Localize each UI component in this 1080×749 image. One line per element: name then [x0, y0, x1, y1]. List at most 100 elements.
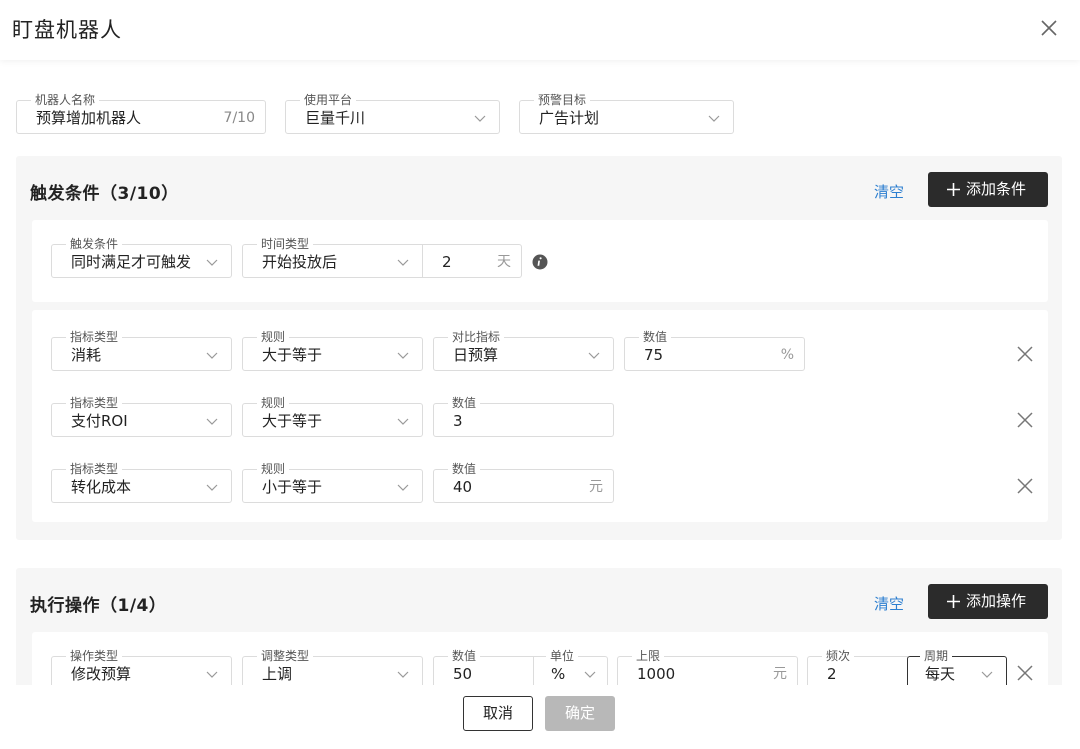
- add-action-button[interactable]: 添加操作: [928, 584, 1048, 619]
- value-input[interactable]: 数值 3: [433, 395, 614, 437]
- trigger-title: 触发条件（3/10）: [30, 184, 179, 204]
- field-label: 数值: [448, 461, 481, 477]
- field-value: 75: [644, 346, 664, 364]
- operation-type-select[interactable]: 操作类型 修改预算: [51, 648, 232, 685]
- adjust-value-input[interactable]: 数值 50: [433, 648, 534, 685]
- field-value: 40: [453, 478, 473, 496]
- dialog-title: 盯盘机器人: [12, 18, 122, 42]
- time-type-select[interactable]: 时间类型 开始投放后: [242, 236, 423, 278]
- trigger-panel: 触发条件（3/10） 清空 添加条件 触发条件 同时满足才可触发 时间类型 开始…: [16, 156, 1062, 540]
- trigger-rules-card: 指标类型 消耗 规则 大于等于 对比指标 日预算 数值 75 % 指标类型 支付…: [32, 310, 1048, 522]
- field-value: 2: [827, 665, 837, 683]
- field-value: 1000: [637, 665, 676, 683]
- add-action-label: 添加操作: [966, 592, 1027, 610]
- robot-dialog: 盯盘机器人 机器人名称 预算增加机器人 7/10 使用平台 巨量千川 预警目标 …: [0, 0, 1080, 749]
- rule-select[interactable]: 规则 大于等于: [242, 395, 423, 437]
- char-counter: 7/10: [223, 110, 255, 126]
- field-value: 3: [453, 412, 463, 430]
- field-label: 操作类型: [66, 648, 123, 664]
- add-condition-label: 添加条件: [966, 180, 1027, 198]
- chevron-down-icon: [708, 115, 720, 122]
- info-icon[interactable]: [532, 254, 548, 270]
- clear-actions-link[interactable]: 清空: [874, 593, 904, 614]
- field-label: 预警目标: [534, 92, 591, 108]
- unit-label: 天: [497, 254, 511, 270]
- plus-icon: [947, 183, 960, 196]
- adjust-type-select[interactable]: 调整类型 上调: [242, 648, 423, 685]
- field-value: 广告计划: [539, 109, 600, 127]
- clear-conditions-link[interactable]: 清空: [874, 181, 904, 202]
- field-label: 数值: [448, 648, 481, 664]
- field-value: 大于等于: [262, 346, 323, 364]
- field-label: 规则: [257, 461, 290, 477]
- metric-type-select[interactable]: 指标类型 消耗: [51, 329, 232, 371]
- field-value: 预算增加机器人: [36, 109, 142, 127]
- field-label: 数值: [448, 395, 481, 411]
- chevron-down-icon: [397, 418, 409, 425]
- chevron-down-icon: [206, 671, 218, 678]
- chevron-down-icon: [584, 671, 596, 678]
- field-value: 巨量千川: [305, 109, 366, 127]
- metric-type-select[interactable]: 指标类型 支付ROI: [51, 395, 232, 437]
- add-condition-button[interactable]: 添加条件: [928, 172, 1048, 207]
- plus-icon: [947, 595, 960, 608]
- period-select[interactable]: 周期 每天: [907, 648, 1007, 685]
- dialog-header: 盯盘机器人: [0, 0, 1080, 60]
- days-input[interactable]: 2 天: [422, 244, 522, 278]
- chevron-down-icon: [397, 259, 409, 266]
- robot-name-input[interactable]: 机器人名称 预算增加机器人 7/10: [16, 92, 266, 134]
- unit-select[interactable]: 单位 %: [533, 648, 608, 685]
- field-value: 同时满足才可触发: [71, 253, 192, 271]
- dialog-body: 机器人名称 预算增加机器人 7/10 使用平台 巨量千川 预警目标 广告计划 触…: [0, 60, 1080, 685]
- field-label: 单位: [546, 648, 579, 664]
- chevron-down-icon: [206, 352, 218, 359]
- cancel-button[interactable]: 取消: [463, 696, 533, 731]
- remove-row-icon[interactable]: [1016, 345, 1034, 363]
- field-value: 开始投放后: [262, 253, 338, 271]
- action-title: 执行操作（1/4）: [30, 596, 167, 616]
- metric-type-select[interactable]: 指标类型 转化成本: [51, 461, 232, 503]
- platform-select[interactable]: 使用平台 巨量千川: [285, 92, 500, 134]
- value-input[interactable]: 数值 75 %: [624, 329, 805, 371]
- target-select[interactable]: 预警目标 广告计划: [519, 92, 734, 134]
- field-label: 机器人名称: [31, 92, 100, 108]
- field-label: 对比指标: [448, 329, 505, 345]
- confirm-button[interactable]: 确定: [545, 696, 615, 731]
- action-panel: 执行操作（1/4） 清空 添加操作 操作类型 修改预算 调整类型 上调 数值 5…: [16, 568, 1062, 685]
- field-label: 上限: [632, 648, 665, 664]
- compare-metric-select[interactable]: 对比指标 日预算: [433, 329, 614, 371]
- field-value: 修改预算: [71, 665, 132, 683]
- field-value: 2: [442, 253, 452, 271]
- field-label: 使用平台: [300, 92, 357, 108]
- field-value: 每天: [925, 665, 956, 683]
- limit-input[interactable]: 上限 1000 元: [617, 648, 798, 685]
- remove-action-icon[interactable]: [1016, 664, 1034, 682]
- field-value: 日预算: [453, 346, 499, 364]
- field-value: 小于等于: [262, 478, 323, 496]
- field-value: 50: [453, 665, 473, 683]
- field-label: 周期: [920, 648, 953, 664]
- field-label: 时间类型: [257, 236, 314, 252]
- field-label: 触发条件: [66, 236, 123, 252]
- field-value: 转化成本: [71, 478, 132, 496]
- field-value: 消耗: [71, 346, 102, 364]
- trigger-condition-select[interactable]: 触发条件 同时满足才可触发: [51, 236, 232, 278]
- rule-select[interactable]: 规则 大于等于: [242, 329, 423, 371]
- chevron-down-icon: [206, 418, 218, 425]
- field-label: 调整类型: [257, 648, 314, 664]
- remove-row-icon[interactable]: [1016, 477, 1034, 495]
- field-label: 指标类型: [66, 329, 123, 345]
- rule-select[interactable]: 规则 小于等于: [242, 461, 423, 503]
- trigger-settings-card: 触发条件 同时满足才可触发 时间类型 开始投放后 2 天: [32, 220, 1048, 302]
- field-label: 指标类型: [66, 395, 123, 411]
- value-input[interactable]: 数值 40 元: [433, 461, 614, 503]
- chevron-down-icon: [588, 352, 600, 359]
- chevron-down-icon: [206, 484, 218, 491]
- unit-label: 元: [589, 479, 603, 495]
- field-value: 大于等于: [262, 412, 323, 430]
- remove-row-icon[interactable]: [1016, 411, 1034, 429]
- close-icon[interactable]: [1038, 17, 1060, 39]
- field-label: 指标类型: [66, 461, 123, 477]
- action-card: 操作类型 修改预算 调整类型 上调 数值 50 单位 % 上限 1000 元 频…: [32, 632, 1048, 685]
- frequency-input[interactable]: 频次 2: [807, 648, 908, 685]
